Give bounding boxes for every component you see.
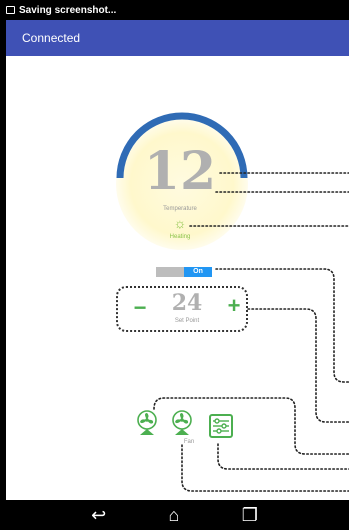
fan-icon xyxy=(137,410,157,435)
fan-connector xyxy=(181,444,349,492)
toggle-track xyxy=(156,267,184,277)
connection-status: Connected xyxy=(22,31,81,45)
power-toggle[interactable]: On xyxy=(156,267,212,277)
temperature-label: Temperature xyxy=(163,206,197,212)
back-icon[interactable]: ↩ xyxy=(91,506,106,524)
home-icon[interactable]: ⌂ xyxy=(169,506,180,524)
app-bar: Connected xyxy=(6,20,349,56)
fan-button[interactable] xyxy=(171,410,193,436)
status-bar: Saving screenshot... xyxy=(0,0,349,20)
recents-icon[interactable]: ❐ xyxy=(242,506,258,524)
increase-setpoint-button[interactable]: + xyxy=(224,294,244,318)
fan-icon xyxy=(172,410,192,435)
temperature-value: 12 xyxy=(143,141,217,202)
status-text: Saving screenshot... xyxy=(19,4,117,16)
main-content: 12 Temperature ☼ Heating On − 24 Set Poi… xyxy=(6,56,349,500)
navigation-bar: ↩ ⌂ ❐ xyxy=(0,500,349,530)
fan-label: Fan xyxy=(183,439,195,445)
setpoint-connector xyxy=(247,308,349,423)
settings-sliders-icon xyxy=(213,418,229,434)
settings-button[interactable] xyxy=(209,414,233,438)
sun-icon: ☼ xyxy=(173,215,187,231)
setpoint-value: 24 xyxy=(171,290,203,316)
decrease-setpoint-button[interactable]: − xyxy=(130,296,150,320)
setpoint-label: Set Point xyxy=(174,318,200,324)
settings-connector xyxy=(217,443,349,470)
mode-label: Heating xyxy=(169,234,191,240)
toggle-label: On xyxy=(184,267,212,277)
fan-auto-button[interactable] xyxy=(136,410,158,436)
screenshot-icon xyxy=(6,6,15,14)
